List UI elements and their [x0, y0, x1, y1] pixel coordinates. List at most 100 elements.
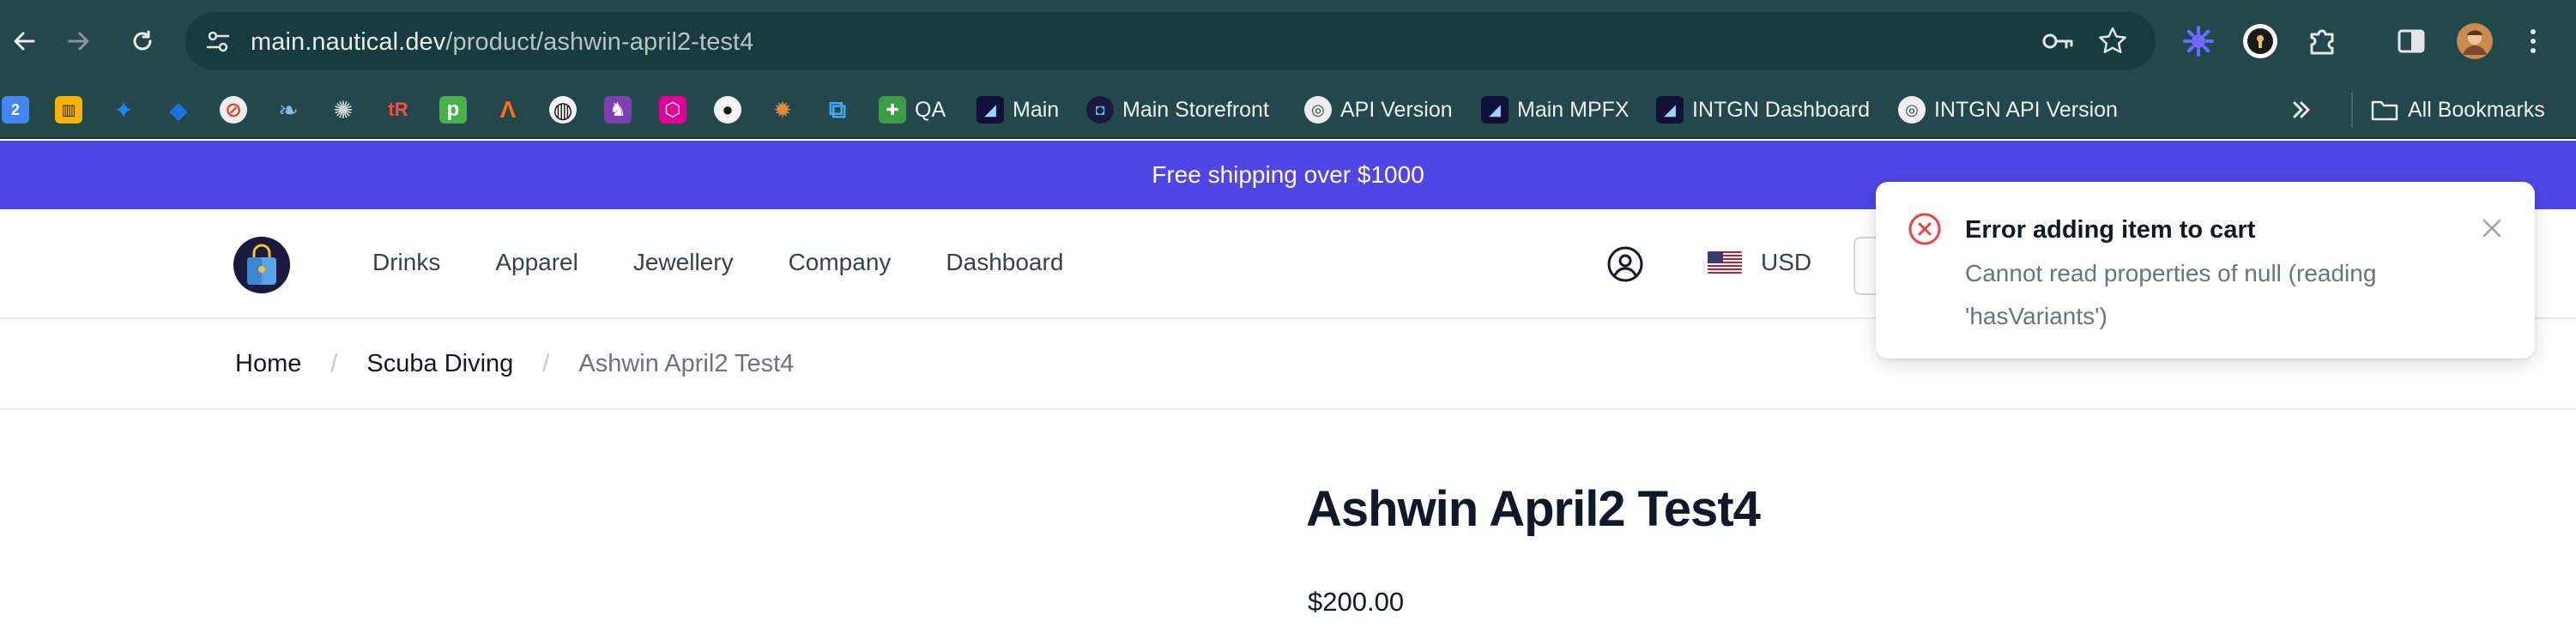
toast-message: Cannot read properties of null (reading … [1965, 260, 2377, 329]
divider [0, 408, 2576, 410]
currency-selector[interactable]: USD [1708, 249, 1811, 276]
bookmark-item[interactable]: Ʌ [494, 93, 522, 127]
bookmark-label: Main MPFX [1517, 97, 1630, 122]
github-icon: ● [714, 96, 741, 124]
globe-icon: ◎ [1304, 96, 1332, 124]
account-button[interactable] [1606, 245, 1644, 287]
bookmark-label: Main [1013, 97, 1060, 122]
trello-icon: ▥ [55, 96, 82, 124]
graphql-icon: ⬡ [659, 96, 686, 124]
bookmarks-bar: 2 ▥ ✦ ◆ ⊘ ❧ ✺ tR p Ʌ ◍ ♞ ⬡ ● ✹ ⧉ ✚ QA ◢ Ma… [0, 82, 2576, 139]
password-key-icon[interactable] [2039, 24, 2077, 63]
all-bookmarks-label: All Bookmarks [2408, 97, 2545, 122]
unicorn-icon: ♞ [604, 96, 632, 124]
toast-close-button[interactable] [2475, 211, 2509, 245]
bookmark-item[interactable]: ⬡ [659, 93, 686, 127]
arrow-left-icon [14, 32, 35, 51]
url-text: main.nautical.dev/product/ashwin-april2-… [251, 28, 753, 57]
breadcrumb-category[interactable]: Scuba Diving [366, 350, 513, 378]
bookmark-star-icon[interactable] [2095, 24, 2130, 63]
bookmark-item[interactable]: tR [384, 93, 412, 127]
bookmark-main-storefront[interactable]: ◘ Main Storefront [1086, 93, 1269, 127]
bookmark-item[interactable]: ◆ [165, 93, 192, 127]
breadcrumb: Home / Scuba Diving / Ashwin April2 Test… [235, 350, 794, 378]
bookmark-api-version[interactable]: ◎ API Version [1304, 93, 1453, 127]
error-toast: Error adding item to cart Cannot read pr… [1876, 182, 2535, 359]
nautical-icon: ◢ [977, 96, 1004, 124]
bookmark-label: QA [915, 97, 946, 122]
storefront-bag-icon: ◘ [1086, 96, 1114, 124]
back-button[interactable] [0, 17, 48, 65]
url-path: /product/ashwin-april2-test4 [445, 28, 754, 56]
shopping-bag-logo-icon [233, 237, 290, 293]
folder-icon [2371, 100, 2398, 121]
bookmark-label: API Version [1340, 97, 1453, 122]
reload-icon [133, 30, 152, 51]
bug-icon: ✹ [773, 96, 792, 123]
bookmark-intgn-dashboard[interactable]: ◢ INTGN Dashboard [1656, 93, 1870, 127]
globe-icon: ◎ [1898, 96, 1926, 124]
breadcrumb-home[interactable]: Home [235, 350, 301, 378]
bookmark-item[interactable]: ◍ [549, 93, 577, 127]
openai-icon: ✺ [333, 96, 354, 124]
all-bookmarks-button[interactable]: All Bookmarks [2370, 93, 2545, 127]
extensions-puzzle-icon[interactable] [2298, 17, 2346, 65]
toast-title: Error adding item to cart [1965, 216, 2256, 244]
jira-software-icon: ◆ [169, 96, 188, 124]
puzzle-blocks-icon: ⧉ [829, 95, 846, 123]
main-nav: Drinks Apparel Jewellery Company Dashboa… [372, 249, 1063, 276]
nautical-icon: ◢ [1481, 96, 1509, 124]
browser-menu-icon[interactable] [2509, 17, 2557, 65]
nav-dashboard[interactable]: Dashboard [946, 249, 1063, 276]
stripes-icon: ◍ [549, 96, 577, 124]
qa-icon: ✚ [879, 96, 906, 124]
store-logo[interactable] [233, 237, 290, 293]
calendar-icon: 2 [2, 96, 29, 124]
bookmark-main[interactable]: ◢ Main [977, 93, 1059, 127]
bookmark-label: INTGN Dashboard [1692, 97, 1871, 122]
breadcrumb-current: Ashwin April2 Test4 [578, 350, 795, 377]
bookmark-item[interactable]: ⊘ [220, 93, 247, 127]
bookmark-item[interactable]: p [439, 93, 467, 127]
reload-button[interactable] [118, 17, 166, 65]
currency-label: USD [1761, 249, 1812, 275]
nav-apparel[interactable]: Apparel [495, 249, 578, 276]
product-title: Ashwin April2 Test4 [1306, 481, 1761, 537]
user-circle-icon [1607, 246, 1643, 282]
bookmark-item[interactable]: ▥ [55, 93, 82, 127]
bookmark-item[interactable]: ✹ [769, 93, 796, 127]
extension-keyhole-icon[interactable] [2236, 17, 2284, 65]
bookmark-intgn-api-version[interactable]: ◎ INTGN API Version [1898, 93, 2118, 127]
nautical-icon: ◢ [1656, 96, 1684, 124]
bookmark-item[interactable]: 2 [2, 93, 29, 127]
bookmark-item[interactable]: ♞ [604, 93, 632, 127]
bookmark-item[interactable]: ⧉ [824, 93, 851, 127]
jira-icon: ✦ [113, 96, 134, 124]
extension-gear-icon[interactable] [2174, 17, 2222, 65]
bookmark-item[interactable]: ● [714, 93, 741, 127]
site-settings-icon[interactable] [201, 24, 235, 63]
bookmark-item[interactable]: ❧ [275, 93, 302, 127]
nav-jewellery[interactable]: Jewellery [633, 249, 734, 276]
browser-toolbar: main.nautical.dev/product/ashwin-april2-… [0, 0, 2576, 82]
bookmark-item[interactable]: ✺ [330, 93, 357, 127]
bookmark-label: INTGN API Version [1934, 97, 2118, 122]
bookmark-main-mpfx[interactable]: ◢ Main MPFX [1481, 93, 1630, 127]
more-bookmarks-button[interactable] [2289, 93, 2313, 127]
product-price: $200.00 [1308, 587, 1405, 617]
address-bar[interactable]: main.nautical.dev/product/ashwin-april2-… [185, 12, 2156, 70]
bookmark-item[interactable]: ✦ [110, 93, 137, 127]
profile-avatar[interactable] [2451, 17, 2499, 65]
bookmark-qa[interactable]: ✚ QA [879, 93, 946, 127]
nav-drinks[interactable]: Drinks [372, 249, 440, 276]
error-x-circle-icon [1907, 211, 1943, 251]
breadcrumb-separator: / [330, 350, 338, 377]
breadcrumb-separator: / [542, 350, 550, 377]
forward-button[interactable] [55, 17, 103, 65]
url-host: main.nautical.dev [251, 28, 446, 56]
double-chevron-right-icon [2293, 101, 2310, 118]
side-panel-icon[interactable] [2387, 17, 2435, 65]
arrow-a-icon: Ʌ [499, 96, 517, 123]
nav-company[interactable]: Company [789, 249, 892, 276]
arrow-right-icon [68, 32, 89, 51]
